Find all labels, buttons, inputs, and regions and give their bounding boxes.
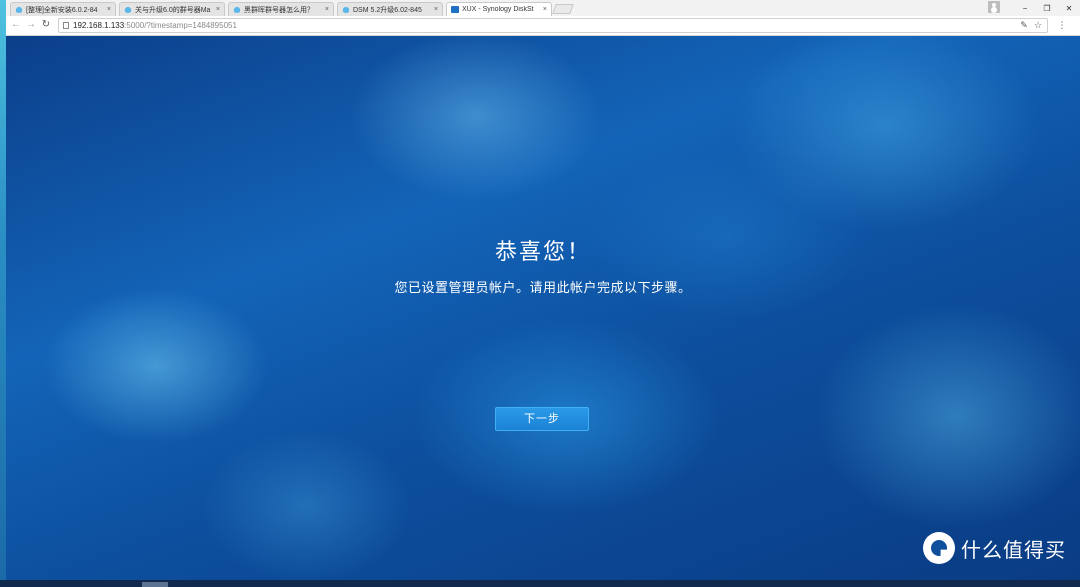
close-icon[interactable]: × (325, 6, 329, 13)
next-step-button[interactable]: 下一步 (495, 407, 589, 431)
back-icon[interactable]: ← (10, 19, 22, 31)
window-controls: − ❐ ✕ (1014, 0, 1080, 16)
minimize-button[interactable]: − (1014, 1, 1036, 15)
tab-strip: [整理]全新安装6.0.2-84 × 关与升级6.0的群号器Ma × 黑群晖群号… (6, 0, 1080, 16)
tab-label: DSM 5.2升级6.02-845 (353, 6, 422, 14)
tab-4[interactable]: DSM 5.2升级6.02-845 × (337, 2, 443, 16)
page-viewport: 恭喜您！ 您已设置管理员帐户。请用此帐户完成以下步骤。 下一步 什么值得买 (6, 36, 1080, 580)
watermark-text: 什么值得买 (961, 537, 1066, 562)
forward-icon[interactable]: → (25, 19, 37, 31)
taskbar-item[interactable] (142, 582, 168, 587)
menu-icon[interactable]: ⋮ (1056, 19, 1068, 31)
tab-label: 黑群晖群号器怎么用？ (244, 6, 314, 14)
cloud-icon (15, 6, 23, 13)
close-icon[interactable]: × (216, 6, 220, 13)
reload-icon[interactable]: ↻ (40, 19, 52, 31)
tab-label: [整理]全新安装6.0.2-84 (26, 6, 98, 14)
watermark: 什么值得买 (923, 532, 1066, 564)
taskbar (0, 580, 1080, 587)
address-path: :5000/?timestamp=1484895051 (124, 21, 237, 30)
tab-3[interactable]: 黑群晖群号器怎么用？ × (228, 2, 334, 16)
close-window-button[interactable]: ✕ (1058, 1, 1080, 15)
page-subtitle: 您已设置管理员帐户。请用此帐户完成以下步骤。 (394, 281, 692, 296)
tab-label: XUX - Synology DiskSt (462, 6, 534, 13)
address-bar[interactable]: 192.168.1.133:5000/?timestamp=1484895051 (58, 18, 1048, 33)
cloud-icon (342, 6, 350, 13)
close-icon[interactable]: × (543, 6, 547, 13)
browser-window: [整理]全新安装6.0.2-84 × 关与升级6.0的群号器Ma × 黑群晖群号… (6, 0, 1080, 580)
user-profile-icon[interactable] (988, 1, 1000, 13)
page-title: 恭喜您！ (494, 240, 591, 265)
star-icon[interactable]: ☆ (1032, 19, 1044, 31)
watermark-logo-icon (923, 532, 955, 564)
tab-label: 关与升级6.0的群号器Ma (135, 6, 211, 14)
cloud-icon (233, 6, 241, 13)
maximize-button[interactable]: ❐ (1036, 1, 1058, 15)
tab-1[interactable]: [整理]全新安装6.0.2-84 × (10, 2, 116, 16)
pin-icon[interactable]: ✎ (1018, 19, 1030, 31)
address-host: 192.168.1.133 (73, 21, 125, 30)
close-icon[interactable]: × (107, 6, 111, 13)
cloud-icon (124, 6, 132, 13)
close-icon[interactable]: × (434, 6, 438, 13)
tab-synology-active[interactable]: XUX - Synology DiskSt × (446, 2, 552, 16)
browser-toolbar: ← → ↻ 192.168.1.133:5000/?timestamp=1484… (6, 16, 1080, 36)
tab-2[interactable]: 关与升级6.0的群号器Ma × (119, 2, 225, 16)
dsm-icon (451, 6, 459, 13)
new-tab-button[interactable] (552, 4, 574, 14)
screen: [整理]全新安装6.0.2-84 × 关与升级6.0的群号器Ma × 黑群晖群号… (0, 0, 1080, 587)
page-icon (63, 22, 69, 29)
